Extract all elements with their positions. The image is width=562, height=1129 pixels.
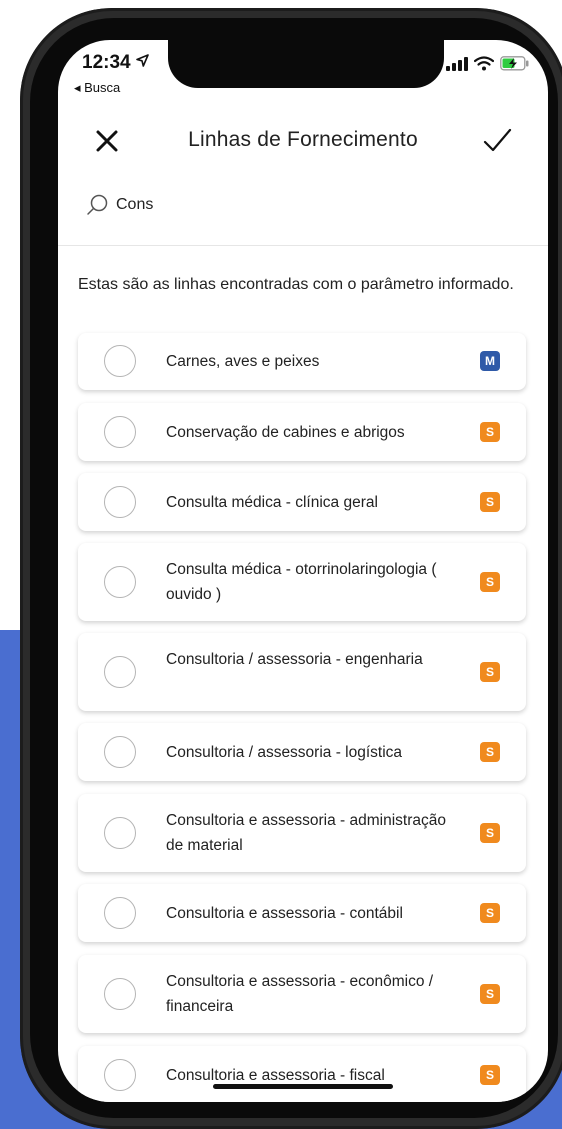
back-to-search-link[interactable]: ◂ Busca (74, 80, 120, 96)
location-arrow-icon (136, 54, 149, 67)
wifi-icon (474, 56, 494, 71)
category-badge: S (480, 903, 500, 923)
radio-button[interactable] (104, 897, 136, 929)
category-badge: S (480, 823, 500, 843)
list-item-label: Consultoria e assessoria - administração… (166, 812, 446, 854)
list-item-label: Conservação de cabines e abrigos (166, 424, 405, 441)
list-item-label: Consultoria / assessoria - engenharia (166, 651, 423, 668)
category-badge: S (480, 742, 500, 762)
category-badge: S (480, 984, 500, 1004)
list-item[interactable]: Consultoria e assessoria - administração… (78, 794, 526, 872)
radio-button[interactable] (104, 656, 136, 688)
list-item[interactable]: Consultoria e assessoria - econômico / f… (78, 955, 526, 1033)
divider (58, 245, 548, 246)
category-badge: S (480, 662, 500, 682)
category-badge: S (480, 572, 500, 592)
category-badge: S (480, 492, 500, 512)
status-icons (446, 56, 530, 71)
battery-charging-icon (500, 56, 529, 71)
category-badge: S (480, 1065, 500, 1085)
radio-button[interactable] (104, 566, 136, 598)
list-item-label: Carnes, aves e peixes (166, 353, 320, 370)
radio-button[interactable] (104, 736, 136, 768)
list-item-label: Consultoria / assessoria - logística (166, 744, 403, 761)
list-item-label: Consulta médica - clínica geral (166, 494, 378, 511)
phone-notch (168, 40, 444, 88)
radio-button[interactable] (104, 1059, 136, 1091)
list-item[interactable]: Consultoria / assessoria - logística S (78, 723, 526, 781)
search-icon (87, 194, 108, 215)
radio-button[interactable] (104, 345, 136, 377)
radio-button[interactable] (104, 817, 136, 849)
search-bar (86, 190, 416, 220)
status-time-text: 12:34 (82, 52, 131, 73)
list-item-label: Consulta médica - otorrinolaringologia (… (166, 561, 437, 603)
screen-header: Linhas de Fornecimento (58, 118, 548, 168)
list-item-label: Consultoria e assessoria - contábil (166, 905, 403, 922)
radio-button[interactable] (104, 978, 136, 1010)
list-item[interactable]: Consultoria e assessoria - contábil S (78, 884, 526, 942)
signal-icon (446, 56, 468, 71)
category-badge: S (480, 422, 500, 442)
list-item-label: Consultoria e assessoria - econômico / f… (166, 973, 434, 1015)
radio-button[interactable] (104, 486, 136, 518)
list-item[interactable]: Consultoria / assessoria - engenharia S (78, 633, 526, 711)
list-item[interactable]: Consulta médica - clínica geral S (78, 473, 526, 531)
list-item[interactable]: Consulta médica - otorrinolaringologia (… (78, 543, 526, 621)
phone-screen: 12:34 ◂ Busca Linhas de Fornecimento Con… (58, 40, 548, 1102)
radio-button[interactable] (104, 416, 136, 448)
results-info-text: Estas são as linhas encontradas com o pa… (78, 276, 514, 293)
status-time: 12:34 (82, 52, 149, 74)
page-title: Linhas de Fornecimento (188, 128, 418, 151)
list-item[interactable]: Carnes, aves e peixes M (78, 333, 526, 390)
home-indicator (213, 1084, 393, 1089)
checkmark-icon[interactable] (480, 124, 514, 158)
list-item[interactable]: Conservação de cabines e abrigos S (78, 403, 526, 461)
search-input[interactable] (116, 196, 416, 214)
list-item[interactable]: Consultoria e assessoria - fiscal S (78, 1046, 526, 1102)
category-badge: M (480, 351, 500, 371)
